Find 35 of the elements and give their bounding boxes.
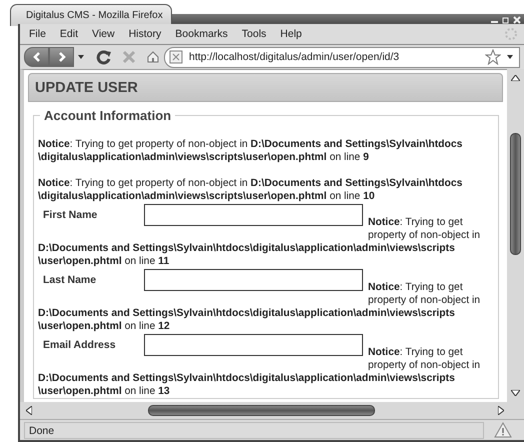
input-field[interactable] bbox=[144, 204, 363, 226]
home-icon[interactable] bbox=[146, 50, 160, 64]
scroll-up-icon[interactable] bbox=[511, 75, 520, 81]
forward-button[interactable] bbox=[49, 47, 74, 67]
warning-icon bbox=[494, 422, 512, 438]
scrollbar-thumb[interactable] bbox=[148, 405, 375, 416]
address-bar[interactable]: http://localhost/digitalus/admin/user/open/id/3 bbox=[164, 46, 520, 68]
window-title: Digitalus CMS - Mozilla Firefox bbox=[10, 4, 172, 26]
restore-icon[interactable] bbox=[502, 16, 509, 24]
close-icon[interactable] bbox=[513, 16, 521, 24]
menu-item[interactable]: Edit bbox=[58, 28, 80, 40]
status-text: Done bbox=[24, 422, 484, 438]
reload-icon[interactable] bbox=[96, 49, 112, 65]
menu-item[interactable]: Help bbox=[279, 28, 303, 40]
scroll-down-icon[interactable] bbox=[511, 390, 520, 396]
input-field[interactable] bbox=[144, 269, 363, 291]
scroll-left-icon[interactable] bbox=[26, 406, 32, 415]
scroll-right-icon[interactable] bbox=[498, 406, 504, 415]
site-icon bbox=[169, 50, 183, 64]
back-button[interactable] bbox=[24, 47, 49, 67]
menu-item[interactable]: File bbox=[28, 28, 47, 40]
input-field[interactable] bbox=[144, 334, 363, 356]
fieldset-legend: Account Information bbox=[40, 108, 176, 123]
dropdown-icon[interactable] bbox=[78, 55, 84, 59]
menu-item[interactable]: Bookmarks bbox=[174, 28, 229, 40]
dropdown-icon[interactable] bbox=[507, 55, 513, 59]
menu-item[interactable]: Tools bbox=[240, 28, 268, 40]
throbber-icon bbox=[504, 27, 518, 41]
scrollbar-thumb[interactable] bbox=[510, 133, 521, 255]
menu-item[interactable]: History bbox=[128, 28, 162, 40]
notice-message: Notice: Trying to get property of non-object in D:\Documents and Settings\Sylvain\htdocs \digitalus\application\admin\views\scripts\user\open.phtml on line 9 bbox=[38, 138, 464, 164]
menu-item[interactable]: View bbox=[91, 28, 116, 40]
star-icon[interactable] bbox=[485, 49, 501, 65]
page-heading: UPDATE USER bbox=[28, 73, 503, 102]
notice-message: Notice: Trying to get property of non-object in D:\Documents and Settings\Sylvain\htdocs \digitalus\application\admin\views\scripts\user\open.phtml on line 10 bbox=[38, 177, 464, 203]
